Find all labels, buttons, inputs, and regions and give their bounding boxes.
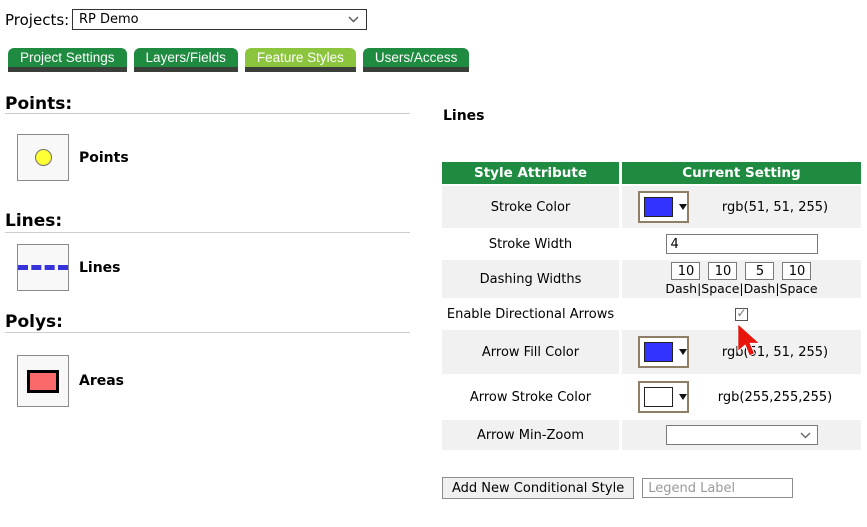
arrow-stroke-color-value: rgb(255,255,255) bbox=[689, 390, 861, 405]
space-width-input-1[interactable] bbox=[708, 262, 737, 280]
dropdown-arrow-icon bbox=[679, 204, 687, 210]
table-row-dashing-widths: Dashing Widths Dash|Space|Dash|Space bbox=[442, 260, 861, 298]
panel-title: Lines bbox=[443, 108, 485, 124]
arrow-fill-color-picker[interactable] bbox=[638, 336, 689, 368]
style-attributes-table: Style Attribute Current Setting Stroke C… bbox=[442, 162, 861, 452]
areas-legend-item[interactable]: Areas bbox=[17, 355, 124, 407]
tab-feature-styles[interactable]: Feature Styles bbox=[245, 48, 356, 72]
lines-section-heading: Lines: bbox=[5, 211, 62, 231]
column-header-style-attribute: Style Attribute bbox=[442, 162, 619, 184]
table-row-arrow-fill-color: Arrow Fill Color rgb(51, 51, 255) bbox=[442, 330, 861, 374]
dash-width-input-1[interactable] bbox=[671, 262, 700, 280]
row-label: Enable Directional Arrows bbox=[442, 300, 619, 328]
arrow-stroke-color-picker[interactable] bbox=[638, 381, 689, 413]
points-swatch[interactable] bbox=[17, 134, 69, 181]
tab-bar: Project Settings Layers/Fields Feature S… bbox=[8, 48, 469, 72]
projects-label: Projects: bbox=[5, 11, 69, 29]
arrow-min-zoom-select[interactable] bbox=[666, 425, 818, 445]
lines-legend-item[interactable]: Lines bbox=[17, 244, 121, 291]
row-label: Dashing Widths bbox=[442, 260, 619, 298]
areas-item-label: Areas bbox=[79, 373, 124, 389]
divider bbox=[5, 232, 410, 233]
areas-swatch[interactable] bbox=[17, 355, 69, 407]
divider bbox=[5, 113, 410, 114]
stroke-width-input[interactable] bbox=[666, 234, 818, 254]
stroke-color-picker[interactable] bbox=[638, 191, 689, 223]
row-label: Arrow Min-Zoom bbox=[442, 420, 619, 450]
dashed-line-icon bbox=[18, 265, 68, 270]
chevron-down-icon bbox=[800, 432, 811, 439]
arrow-fill-color-value: rgb(51, 51, 255) bbox=[689, 345, 861, 360]
row-label: Arrow Fill Color bbox=[442, 330, 619, 374]
dash-space-caption: Dash|Space|Dash|Space bbox=[665, 281, 817, 296]
chevron-down-icon bbox=[348, 16, 359, 23]
dropdown-arrow-icon bbox=[679, 349, 687, 355]
table-footer: Add New Conditional Style bbox=[442, 477, 793, 499]
table-row-arrow-min-zoom: Arrow Min-Zoom bbox=[442, 420, 861, 450]
space-width-input-2[interactable] bbox=[782, 262, 811, 280]
stroke-color-value: rgb(51, 51, 255) bbox=[689, 200, 861, 215]
divider bbox=[5, 332, 410, 333]
row-label: Stroke Color bbox=[442, 186, 619, 228]
table-header-row: Style Attribute Current Setting bbox=[442, 162, 861, 184]
color-swatch bbox=[644, 342, 673, 362]
lines-item-label: Lines bbox=[79, 260, 121, 276]
area-rectangle-icon bbox=[27, 370, 59, 393]
row-label: Arrow Stroke Color bbox=[442, 376, 619, 418]
projects-select[interactable]: RP Demo bbox=[72, 9, 367, 30]
add-new-conditional-style-button[interactable]: Add New Conditional Style bbox=[442, 477, 634, 499]
dropdown-arrow-icon bbox=[679, 394, 687, 400]
point-circle-icon bbox=[35, 149, 52, 166]
lines-swatch[interactable] bbox=[17, 244, 69, 291]
projects-select-value: RP Demo bbox=[79, 12, 139, 27]
column-header-current-setting: Current Setting bbox=[622, 162, 861, 184]
points-legend-item[interactable]: Points bbox=[17, 134, 129, 181]
tab-layers-fields[interactable]: Layers/Fields bbox=[134, 48, 238, 72]
table-row-stroke-color: Stroke Color rgb(51, 51, 255) bbox=[442, 186, 861, 228]
enable-directional-arrows-checkbox[interactable] bbox=[735, 308, 748, 321]
points-item-label: Points bbox=[79, 150, 129, 166]
tab-project-settings[interactable]: Project Settings bbox=[8, 48, 127, 72]
points-section-heading: Points: bbox=[5, 94, 72, 114]
row-label: Stroke Width bbox=[442, 230, 619, 258]
color-swatch bbox=[644, 197, 673, 217]
polys-section-heading: Polys: bbox=[5, 312, 63, 332]
tab-users-access[interactable]: Users/Access bbox=[363, 48, 470, 72]
table-row-stroke-width: Stroke Width bbox=[442, 230, 861, 258]
table-row-enable-directional-arrows: Enable Directional Arrows bbox=[442, 300, 861, 328]
dash-width-input-2[interactable] bbox=[745, 262, 774, 280]
color-swatch bbox=[644, 387, 673, 407]
table-row-arrow-stroke-color: Arrow Stroke Color rgb(255,255,255) bbox=[442, 376, 861, 418]
legend-label-input[interactable] bbox=[642, 478, 793, 498]
